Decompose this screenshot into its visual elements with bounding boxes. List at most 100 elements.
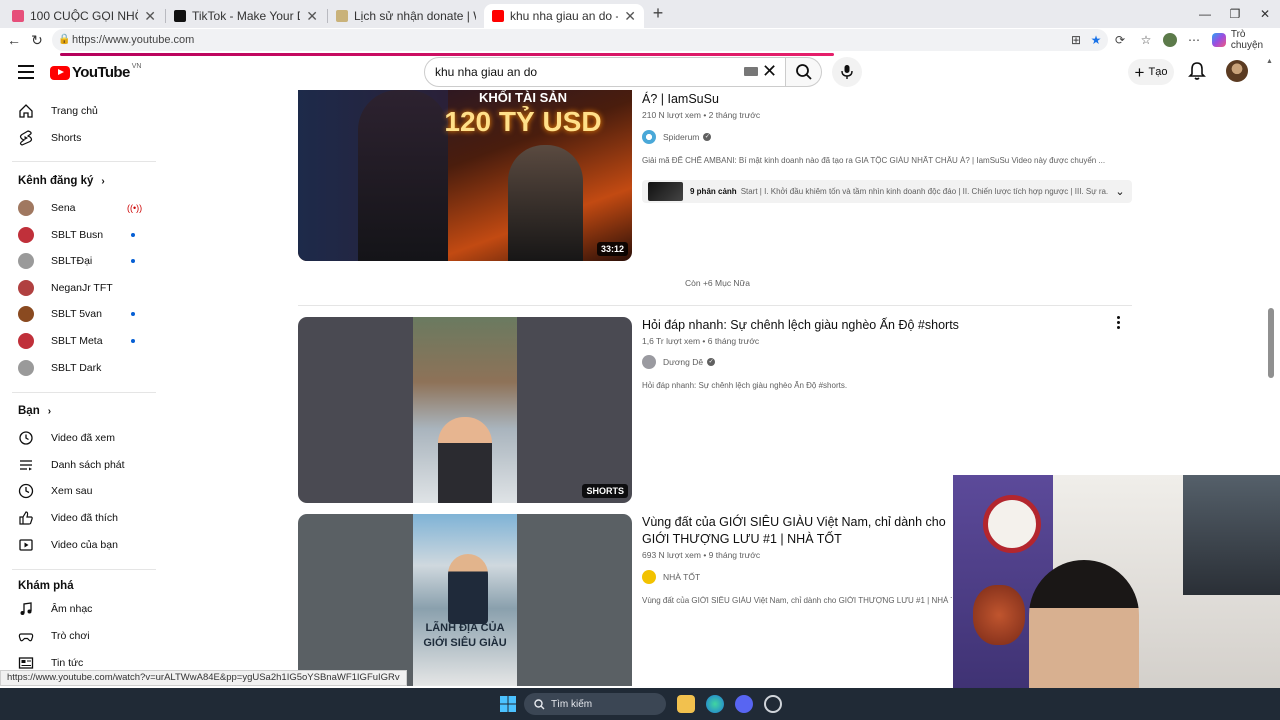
back-arrow-icon[interactable]: ←: [4, 30, 24, 50]
explore-header: Khám phá: [18, 580, 74, 592]
sidebar-item-watch-later[interactable]: Xem sau: [18, 479, 92, 503]
sidebar-item-music[interactable]: Âm nhạc: [18, 597, 92, 621]
site-info-icon[interactable]: 🔒: [58, 29, 70, 51]
browser-tab[interactable]: 100 CUỘC GỌI NHỠ | WOKEUP ft. ✕: [4, 4, 164, 28]
create-button[interactable]: + Tạo: [1128, 59, 1174, 85]
refresh-icon[interactable]: ↻: [27, 30, 47, 50]
sidebar-item-channel[interactable]: SBLT Busn: [18, 223, 103, 247]
clear-search-icon[interactable]: ✕: [762, 60, 777, 82]
copilot-button[interactable]: Trò chuyện: [1212, 29, 1280, 51]
sidebar-item-channel[interactable]: NeganJr TFT: [18, 276, 113, 300]
subscriptions-header[interactable]: Kênh đăng ký ›: [18, 175, 105, 187]
channel-avatar: [642, 570, 656, 584]
more-options-icon[interactable]: ⋯: [1185, 31, 1203, 49]
sidebar-item-gaming[interactable]: Trò chơi: [18, 624, 90, 648]
chapters-bar[interactable]: 9 phân cảnh Start | I. Khởi đầu khiêm tố…: [642, 180, 1132, 203]
page-scrollbar[interactable]: [1268, 308, 1274, 378]
sidebar-item-channel[interactable]: SBLT Dark: [18, 356, 101, 380]
channel-avatar: [18, 280, 34, 296]
tab-title: TikTok - Make Your Day: [192, 9, 300, 23]
windows-start-icon[interactable]: [499, 695, 517, 713]
wescan-favicon-icon: [336, 10, 348, 22]
channel-name: SBLT Meta: [51, 335, 103, 347]
browser-tab-strip: 100 CUỘC GỌI NHỠ | WOKEUP ft. ✕ TikTok -…: [0, 0, 1280, 28]
channel-name: Spiderum: [663, 132, 700, 142]
new-content-dot: [131, 312, 135, 316]
favorite-star-icon[interactable]: ★: [1087, 31, 1105, 49]
search-button[interactable]: [786, 57, 822, 87]
close-window-button[interactable]: ✕: [1250, 4, 1280, 24]
maximize-button[interactable]: ❐: [1220, 4, 1250, 24]
chapter-count: 9 phân cảnh: [690, 187, 737, 196]
file-explorer-icon[interactable]: [677, 695, 695, 713]
keyboard-icon[interactable]: [744, 67, 758, 76]
youtube-logo[interactable]: YouTube VN: [50, 63, 142, 81]
browser-tab-active[interactable]: khu nha giau an do - YouTube ✕: [484, 4, 644, 28]
sidebar-item-playlists[interactable]: Danh sách phát: [18, 453, 125, 477]
video-thumbnail[interactable]: LÃNH ĐỊA CỦA GIỚI SIÊU GIÀU: [298, 514, 632, 686]
url-text: https://www.youtube.com: [72, 34, 195, 46]
new-content-dot: [131, 339, 135, 343]
voice-search-button[interactable]: [832, 57, 862, 87]
sidebar-item-channel[interactable]: SBLTĐại: [18, 249, 92, 273]
microphone-icon: [841, 65, 853, 79]
more-actions-icon[interactable]: [1112, 316, 1124, 332]
obs-icon[interactable]: [764, 695, 782, 713]
video-title[interactable]: Hỏi đáp nhanh: Sự chênh lệch giàu nghèo …: [642, 317, 959, 334]
notifications-bell-icon[interactable]: [1188, 61, 1208, 83]
channel-name: SBLT 5van: [51, 308, 102, 320]
video-channel[interactable]: Spiderum ✓: [642, 130, 712, 144]
sidebar-item-shorts[interactable]: Shorts: [18, 126, 81, 150]
new-tab-button[interactable]: +: [648, 4, 668, 24]
search-icon: [795, 64, 812, 80]
link-preview-status: https://www.youtube.com/watch?v=urALTWwA…: [0, 670, 407, 686]
profile-icon[interactable]: [1161, 31, 1179, 49]
extensions-icon[interactable]: ⟳: [1111, 31, 1129, 49]
address-bar[interactable]: 🔒 https://www.youtube.com: [52, 29, 1108, 51]
video-thumbnail[interactable]: KHỐI TÀI SẢN 120 TỶ USD 33:12: [298, 90, 632, 261]
app-available-icon[interactable]: ⊞: [1067, 31, 1085, 49]
sidebar-item-label: Video đã xem: [51, 432, 116, 444]
minimize-button[interactable]: —: [1190, 4, 1220, 24]
video-meta: 1,6 Tr lượt xem • 6 tháng trước: [642, 336, 760, 346]
tab-close-icon[interactable]: ✕: [306, 8, 318, 25]
browser-tab[interactable]: TikTok - Make Your Day ✕: [166, 4, 326, 28]
more-items-label[interactable]: Còn +6 Mục Nữa: [685, 278, 750, 288]
search-input[interactable]: khu nha giau an do: [424, 57, 786, 87]
favorites-icon[interactable]: ☆: [1137, 31, 1155, 49]
channel-avatar: [18, 253, 34, 269]
channel-avatar: [18, 306, 34, 322]
video-channel[interactable]: NHÀ TỐT: [642, 570, 700, 584]
account-avatar[interactable]: [1226, 60, 1248, 82]
chevron-down-icon[interactable]: ⌄: [1108, 185, 1132, 198]
thumbnail-person-right: [508, 145, 583, 261]
sidebar-item-home[interactable]: Trang chủ: [18, 99, 98, 123]
menu-icon[interactable]: [18, 65, 34, 79]
music-icon: [18, 601, 34, 617]
sidebar-item-channel[interactable]: SBLT 5van: [18, 302, 102, 326]
sidebar-divider: [12, 569, 156, 570]
hanging-clothes: [1183, 475, 1280, 595]
scroll-up-arrow-icon[interactable]: ▲: [1266, 58, 1273, 65]
video-thumbnail[interactable]: SHORTS: [298, 317, 632, 503]
you-header[interactable]: Bạn ›: [18, 405, 51, 417]
video-channel[interactable]: Dương Dê ✓: [642, 355, 716, 369]
edge-browser-icon[interactable]: [706, 695, 724, 713]
sidebar-item-liked[interactable]: Video đã thích: [18, 506, 118, 530]
channel-avatar: [642, 355, 656, 369]
taskbar-search[interactable]: Tìm kiếm: [524, 693, 666, 715]
tab-close-icon[interactable]: ✕: [624, 8, 636, 25]
tab-close-icon[interactable]: ✕: [144, 8, 156, 25]
region-code: VN: [131, 63, 142, 70]
sidebar-item-history[interactable]: Video đã xem: [18, 426, 115, 450]
create-label: Tạo: [1148, 66, 1168, 78]
video-title[interactable]: Vùng đất của GIỚI SIÊU GIÀU Việt Nam, ch…: [642, 514, 962, 548]
video-title[interactable]: Á? | IamSuSu: [642, 91, 719, 108]
sidebar-item-channel[interactable]: SBLT Meta: [18, 329, 103, 353]
sidebar-item-channel[interactable]: Sena: [18, 196, 76, 220]
browser-tab[interactable]: Lịch sử nhận donate | WeScan: [328, 4, 484, 28]
sidebar-item-your-videos[interactable]: Video của bạn: [18, 533, 118, 557]
shorts-presenter: [438, 417, 492, 503]
new-content-dot: [131, 233, 135, 237]
discord-icon[interactable]: [735, 695, 753, 713]
